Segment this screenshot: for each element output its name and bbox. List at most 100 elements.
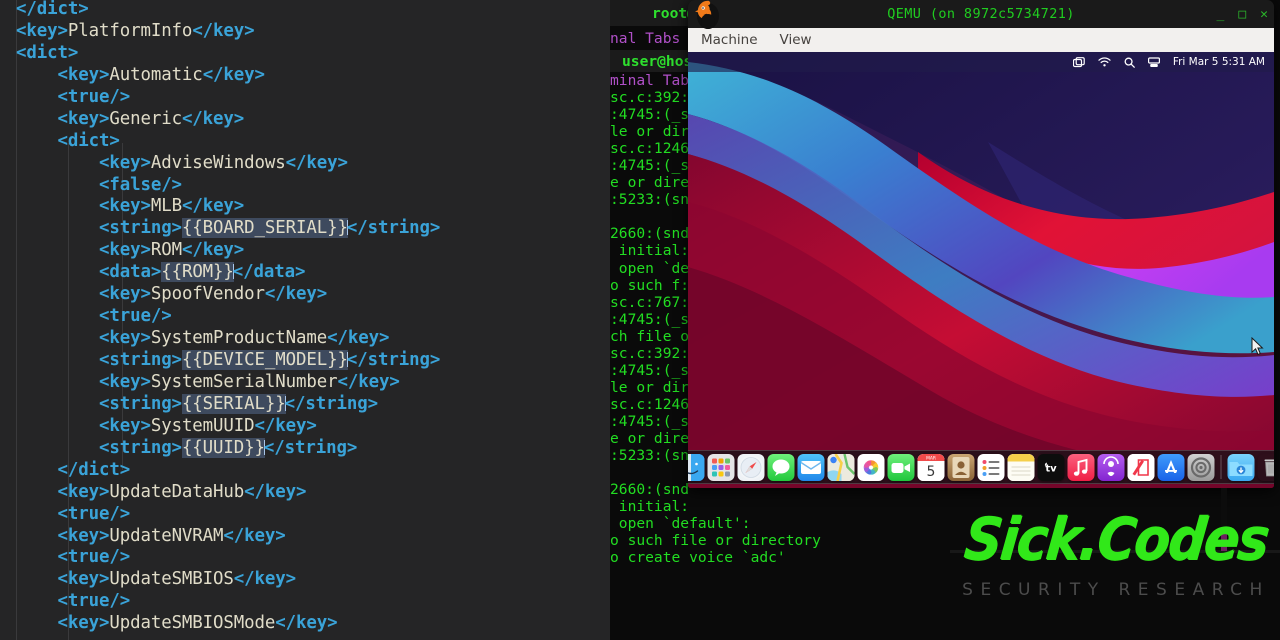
- terminal-log-line: e or dire: [610, 430, 689, 447]
- code-line: <true/>: [0, 87, 440, 109]
- code-line: <key>Generic</key>: [0, 109, 440, 131]
- code-editor-pane[interactable]: </dict><key>PlatformInfo</key><dict> <ke…: [0, 0, 610, 640]
- code-token-tag: <true/>: [57, 591, 130, 611]
- code-token-tag: </key>: [275, 613, 337, 633]
- qemu-titlebar[interactable]: QEMU (on 8972c5734721) _ □ ✕: [688, 0, 1274, 28]
- terminal-log-line: sc.c:767:: [610, 294, 689, 311]
- code-line: <dict>: [0, 131, 440, 153]
- code-token-tag: <key>: [57, 482, 109, 502]
- dock-contacts[interactable]: [948, 454, 975, 481]
- dock-mail[interactable]: [798, 454, 825, 481]
- code-line: <true/>: [0, 591, 440, 613]
- code-line: <key>UpdateSMBIOSMode</key>: [0, 613, 440, 635]
- code-token-tag: </key>: [182, 196, 244, 216]
- dock-trash[interactable]: [1258, 454, 1275, 481]
- screen-sharing-icon[interactable]: [1148, 57, 1160, 68]
- control-center-icon[interactable]: [1073, 57, 1085, 68]
- dock-messages[interactable]: [768, 454, 795, 481]
- dock-app-store[interactable]: [1158, 454, 1185, 481]
- spotlight-search-icon[interactable]: [1124, 57, 1135, 68]
- qemu-window-controls[interactable]: _ □ ✕: [1217, 0, 1268, 28]
- code-line: <key>AdviseWindows</key>: [0, 153, 440, 175]
- code-token-tag: </key>: [234, 569, 296, 589]
- code-token-tag: <true/>: [99, 306, 172, 326]
- code-line: </dict>: [0, 0, 440, 21]
- dock-podcasts[interactable]: [1098, 454, 1125, 481]
- code-token-txt: ROM: [151, 240, 182, 260]
- dock-maps[interactable]: [828, 454, 855, 481]
- code-token-tag: <data>: [99, 262, 161, 282]
- terminal-log-line: sc.c:392:: [610, 345, 689, 362]
- sick-codes-logo: Sick.Codes SECURITY RESEARCH: [956, 508, 1276, 638]
- terminal-log-line: o create voice `adc': [610, 549, 786, 566]
- terminal-log-line: initial:: [610, 242, 689, 259]
- terminal-log-line: :4745:(_s: [610, 311, 689, 328]
- code-token-tag: <string>: [99, 438, 182, 458]
- terminal-menu-fragment-2[interactable]: minal Tabs: [610, 72, 698, 89]
- code-token-sel: {{SERIAL}}: [182, 394, 286, 414]
- code-token-txt: SpoofVendor: [151, 284, 265, 304]
- code-token-tag: <key>: [57, 65, 109, 85]
- minimize-button[interactable]: _: [1217, 8, 1225, 21]
- dock-reminders[interactable]: [978, 454, 1005, 481]
- code-line: <key>UpdateDataHub</key>: [0, 482, 440, 504]
- code-token-tag: <key>: [57, 526, 109, 546]
- code-token-tag: </key>: [223, 526, 285, 546]
- code-token-tag: <key>: [16, 21, 68, 41]
- code-token-tag: <key>: [57, 613, 109, 633]
- maximize-button[interactable]: □: [1238, 8, 1246, 21]
- dock-safari[interactable]: [738, 454, 765, 481]
- terminal-log-line: :4745:(_s: [610, 106, 689, 123]
- code-token-tag: </key>: [182, 109, 244, 129]
- dock-calendar[interactable]: MAR5: [918, 454, 945, 481]
- code-token-tag: <true/>: [57, 547, 130, 567]
- qemu-menubar[interactable]: Machine View: [688, 28, 1274, 52]
- code-token-tag: </dict>: [16, 0, 89, 19]
- terminal-log-line: initial:: [610, 498, 689, 515]
- macos-bigsur-wallpaper: [688, 52, 1274, 488]
- svg-text:tv: tv: [1045, 463, 1057, 474]
- dock-photos[interactable]: [858, 454, 885, 481]
- dock-facetime[interactable]: [888, 454, 915, 481]
- code-text[interactable]: </dict><key>PlatformInfo</key><dict> <ke…: [0, 0, 440, 635]
- code-line: <key>SystemUUID</key>: [0, 416, 440, 438]
- qemu-window[interactable]: QEMU (on 8972c5734721) _ □ ✕ Machine Vie…: [688, 0, 1274, 488]
- code-token-sel: {{ROM}}: [161, 262, 234, 282]
- code-line: <key>UpdateNVRAM</key>: [0, 526, 440, 548]
- terminal-log-line: o such file or directory: [610, 532, 821, 549]
- dock-downloads[interactable]: [1228, 454, 1255, 481]
- code-token-tag: </key>: [327, 328, 389, 348]
- terminal-log-line: 2660:(snd: [610, 481, 689, 498]
- code-token-tag: <dict>: [16, 43, 78, 63]
- dock-appletv[interactable]: tv: [1038, 454, 1065, 481]
- menu-view[interactable]: View: [777, 31, 815, 49]
- code-token-tag: </key>: [203, 65, 265, 85]
- code-token-tag: </string>: [264, 438, 357, 458]
- code-line: <true/>: [0, 504, 440, 526]
- macos-guest-screen[interactable]: Fri Mar 5 5:31 AM MAR5 tv: [688, 52, 1274, 488]
- code-token-txt: UpdateSMBIOSMode: [109, 613, 275, 633]
- dock-music[interactable]: [1068, 454, 1095, 481]
- close-button[interactable]: ✕: [1260, 8, 1268, 21]
- macos-dock[interactable]: MAR5 tv: [688, 450, 1274, 484]
- menu-machine[interactable]: Machine: [698, 31, 761, 49]
- menubar-clock[interactable]: Fri Mar 5 5:31 AM: [1173, 56, 1265, 68]
- terminal-log-line: le or dir: [610, 379, 689, 396]
- code-token-txt: SystemUUID: [151, 416, 255, 436]
- dock-launchpad[interactable]: [708, 454, 735, 481]
- code-line: <key>MLB</key>: [0, 196, 440, 218]
- macos-menubar[interactable]: Fri Mar 5 5:31 AM: [688, 52, 1274, 72]
- terminal-log-line: :4745:(_s: [610, 157, 689, 174]
- code-token-tag: <key>: [57, 569, 109, 589]
- wifi-icon[interactable]: [1098, 57, 1111, 67]
- dock-news[interactable]: [1128, 454, 1155, 481]
- terminal-log-line: sc.c:1246: [610, 396, 689, 413]
- code-token-tag: <dict>: [57, 131, 119, 151]
- code-token-tag: <true/>: [57, 87, 130, 107]
- dock-finder[interactable]: [688, 454, 705, 481]
- dock-notes[interactable]: [1008, 454, 1035, 481]
- code-token-tag: </key>: [338, 372, 400, 392]
- code-token-tag: <key>: [99, 284, 151, 304]
- code-line: <key>PlatformInfo</key>: [0, 21, 440, 43]
- dock-system-preferences[interactable]: [1188, 454, 1215, 481]
